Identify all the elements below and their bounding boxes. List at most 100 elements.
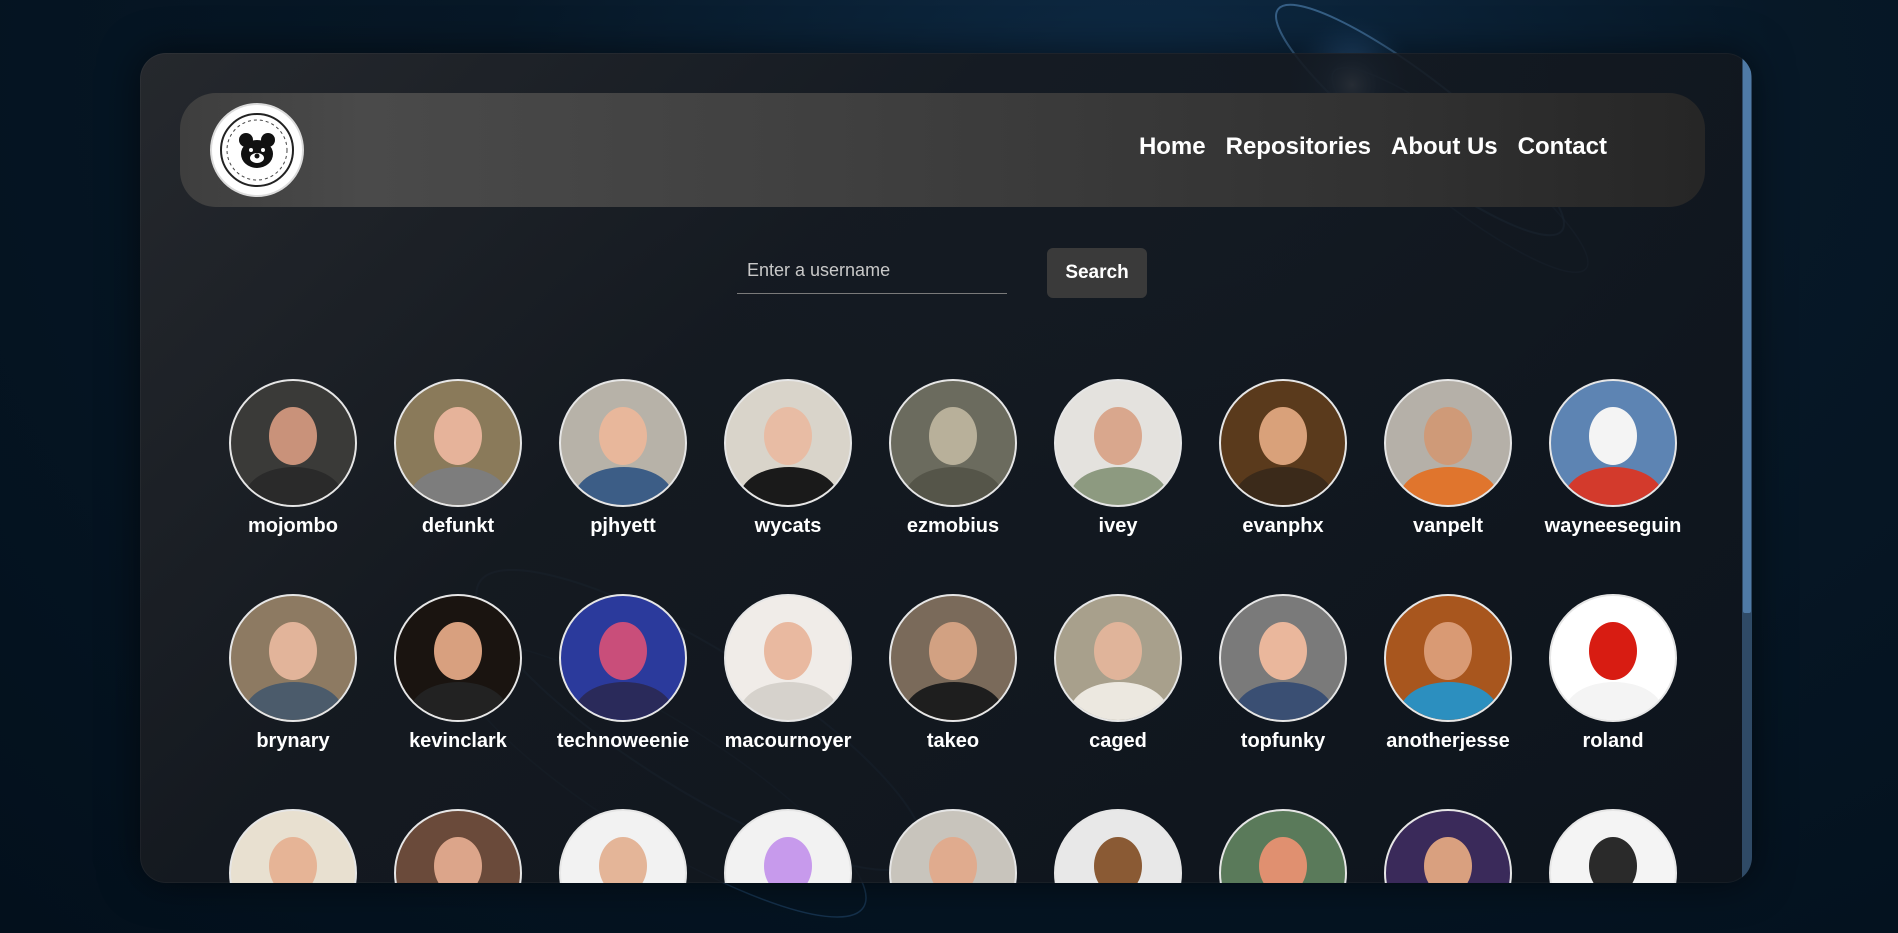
user-avatar[interactable] (229, 809, 357, 883)
user-card[interactable] (1208, 809, 1358, 883)
user-avatar[interactable] (724, 594, 852, 722)
user-card[interactable]: ezmobius (878, 379, 1028, 538)
user-login: technoweenie (556, 730, 690, 752)
user-card[interactable]: takeo (878, 594, 1028, 753)
panel-scrollbar[interactable] (1742, 53, 1752, 883)
search-row: Search (737, 248, 1147, 298)
user-login: pjhyett (590, 515, 656, 537)
user-avatar[interactable] (1054, 594, 1182, 722)
user-card[interactable]: mojombo (218, 379, 368, 538)
user-avatar[interactable] (229, 594, 357, 722)
username-search-input[interactable] (737, 248, 1007, 294)
avatar-head-shape (1424, 622, 1472, 680)
user-card[interactable]: topfunky (1208, 594, 1358, 753)
avatar-head-shape (434, 407, 482, 465)
nav-link-about-us[interactable]: About Us (1391, 133, 1498, 161)
user-avatar[interactable] (394, 594, 522, 722)
user-card[interactable] (1373, 809, 1523, 883)
user-avatar[interactable] (889, 594, 1017, 722)
avatar-head-shape (929, 622, 977, 680)
user-login: ezmobius (906, 515, 1000, 537)
user-avatar[interactable] (394, 809, 522, 883)
avatar-head-shape (929, 837, 977, 883)
user-avatar[interactable] (559, 594, 687, 722)
user-avatar[interactable] (724, 809, 852, 883)
user-card[interactable]: caged (1043, 594, 1193, 753)
nav-link-contact[interactable]: Contact (1518, 133, 1607, 161)
avatar-body-shape (740, 467, 838, 505)
avatar-head-shape (1589, 407, 1637, 465)
avatar-body-shape (1235, 682, 1333, 720)
user-card[interactable] (218, 809, 368, 883)
user-card[interactable] (1043, 809, 1193, 883)
user-card[interactable]: technoweenie (548, 594, 698, 753)
user-avatar[interactable] (1549, 594, 1677, 722)
search-button[interactable]: Search (1047, 248, 1147, 298)
user-avatar[interactable] (1384, 379, 1512, 507)
avatar-body-shape (1565, 682, 1663, 720)
user-avatar[interactable] (1219, 379, 1347, 507)
user-avatar[interactable] (889, 379, 1017, 507)
avatar-body-shape (1070, 467, 1168, 505)
user-card[interactable]: defunkt (383, 379, 533, 538)
avatar-head-shape (434, 837, 482, 883)
user-avatar[interactable] (1549, 379, 1677, 507)
user-card[interactable]: macournoyer (713, 594, 863, 753)
user-card[interactable]: brynary (218, 594, 368, 753)
user-avatar[interactable] (1384, 809, 1512, 883)
nav-link-home[interactable]: Home (1139, 133, 1206, 161)
user-login: evanphx (1242, 515, 1324, 537)
avatar-head-shape (599, 837, 647, 883)
user-card[interactable]: wayneeseguin (1538, 379, 1688, 538)
nav-links: Home Repositories About Us Contact (1139, 133, 1607, 161)
user-login: takeo (926, 730, 980, 752)
avatar-head-shape (1424, 837, 1472, 883)
user-avatar[interactable] (394, 379, 522, 507)
user-avatar[interactable] (559, 379, 687, 507)
avatar-body-shape (245, 467, 343, 505)
user-login: roland (1582, 730, 1644, 752)
avatar-head-shape (1259, 837, 1307, 883)
user-avatar[interactable] (1054, 809, 1182, 883)
user-card[interactable]: evanphx (1208, 379, 1358, 538)
user-card[interactable] (548, 809, 698, 883)
avatar-body-shape (905, 682, 1003, 720)
avatar-body-shape (575, 467, 673, 505)
user-avatar[interactable] (724, 379, 852, 507)
nav-link-repositories[interactable]: Repositories (1226, 133, 1371, 161)
avatar-head-shape (599, 407, 647, 465)
avatar-body-shape (245, 682, 343, 720)
user-card[interactable]: anotherjesse (1373, 594, 1523, 753)
user-card[interactable]: wycats (713, 379, 863, 538)
user-avatar[interactable] (1384, 594, 1512, 722)
avatar-head-shape (1259, 407, 1307, 465)
user-card[interactable] (878, 809, 1028, 883)
main-panel: Home Repositories About Us Contact Searc… (140, 53, 1752, 883)
user-card[interactable]: vanpelt (1373, 379, 1523, 538)
user-avatar[interactable] (229, 379, 357, 507)
avatar-head-shape (434, 622, 482, 680)
bear-logo-icon[interactable] (210, 103, 304, 197)
avatar-head-shape (269, 837, 317, 883)
user-card[interactable]: roland (1538, 594, 1688, 753)
user-avatar[interactable] (1219, 809, 1347, 883)
user-avatar[interactable] (1054, 379, 1182, 507)
avatar-body-shape (1565, 467, 1663, 505)
avatar-body-shape (410, 682, 508, 720)
user-card[interactable]: pjhyett (548, 379, 698, 538)
user-card[interactable]: ivey (1043, 379, 1193, 538)
user-avatar[interactable] (1219, 594, 1347, 722)
user-card[interactable] (383, 809, 533, 883)
avatar-body-shape (740, 682, 838, 720)
user-card[interactable]: kevinclark (383, 594, 533, 753)
avatar-body-shape (1070, 682, 1168, 720)
user-avatar[interactable] (559, 809, 687, 883)
user-card[interactable] (1538, 809, 1688, 883)
user-card[interactable] (713, 809, 863, 883)
user-login: caged (1089, 730, 1147, 752)
avatar-head-shape (1094, 407, 1142, 465)
user-avatar[interactable] (1549, 809, 1677, 883)
scrollbar-thumb[interactable] (1743, 57, 1751, 613)
user-avatar[interactable] (889, 809, 1017, 883)
avatar-head-shape (1094, 622, 1142, 680)
